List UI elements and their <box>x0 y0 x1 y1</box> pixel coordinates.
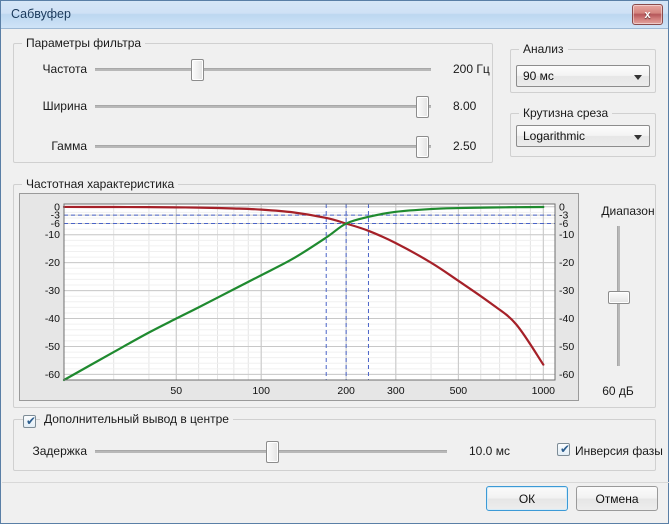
width-slider[interactable] <box>95 96 431 118</box>
range-value: 60 дБ <box>602 384 634 398</box>
analysis-legend: Анализ <box>519 42 568 56</box>
svg-text:1000: 1000 <box>532 385 556 397</box>
frequency-label: Частота <box>42 62 87 76</box>
svg-text:-40: -40 <box>45 313 60 325</box>
filter-parameters-legend: Параметры фильтра <box>22 36 146 50</box>
delay-slider-thumb[interactable] <box>266 441 279 463</box>
frequency-slider-track <box>95 68 431 71</box>
svg-text:200: 200 <box>337 385 355 397</box>
check-icon: ✔ <box>26 414 37 428</box>
range-slider[interactable] <box>608 226 630 366</box>
svg-text:-60: -60 <box>45 369 60 381</box>
cancel-button[interactable]: Отмена <box>576 486 658 511</box>
chevron-down-icon <box>634 75 642 80</box>
ok-button[interactable]: ОК <box>486 486 568 511</box>
svg-text:500: 500 <box>450 385 468 397</box>
analysis-combo-value: 90 мс <box>523 69 554 83</box>
close-icon: x <box>644 8 651 21</box>
check-icon: ✔ <box>560 442 571 456</box>
gamma-slider[interactable] <box>95 136 431 158</box>
range-slider-thumb[interactable] <box>608 291 630 304</box>
analysis-combo[interactable]: 90 мс <box>516 65 650 87</box>
width-label: Ширина <box>42 99 87 113</box>
gamma-label: Гамма <box>51 139 87 153</box>
phase-inversion-checkbox[interactable]: ✔ <box>557 443 570 456</box>
svg-text:-60: -60 <box>559 369 574 381</box>
delay-value: 10.0 мс <box>469 444 510 458</box>
svg-text:-10: -10 <box>559 229 574 241</box>
frequency-response-chart: 0 0 -3 -3 -6 -6 -10 -10 -20 -20 -30 -30 -40 -40 -50 -50… <box>19 193 579 401</box>
close-button[interactable]: x <box>632 4 663 25</box>
slope-legend: Крутизна среза <box>519 106 613 120</box>
slope-combo[interactable]: Logarithmic <box>516 125 650 147</box>
center-output-checkbox[interactable]: ✔ <box>23 415 36 428</box>
title-bar: Сабвуфер x <box>1 1 668 29</box>
window-title: Сабвуфер <box>11 7 71 21</box>
svg-text:-40: -40 <box>559 313 574 325</box>
width-slider-thumb[interactable] <box>415 96 429 118</box>
frequency-response-plot: 0 0-3 -3-6 -6-10 -10-20 -20-30 -30-40 -40-50 -50… <box>45 201 575 397</box>
gamma-slider-thumb[interactable] <box>415 136 429 158</box>
footer-divider <box>2 482 669 483</box>
svg-text:-50: -50 <box>45 341 60 353</box>
svg-text:300: 300 <box>387 385 405 397</box>
svg-text:-50: -50 <box>559 341 574 353</box>
frequency-slider[interactable] <box>95 59 431 81</box>
range-label: Диапазон <box>601 204 655 218</box>
chevron-down-icon <box>634 135 642 140</box>
gamma-slider-track <box>95 145 431 148</box>
svg-text:-20: -20 <box>559 257 574 269</box>
delay-label: Задержка <box>32 444 88 458</box>
subwoofer-dialog: Сабвуфер x Параметры фильтра Частота 200… <box>0 0 669 524</box>
frequency-slider-thumb[interactable] <box>190 59 204 81</box>
svg-text:-30: -30 <box>559 285 574 297</box>
delay-slider[interactable] <box>95 441 447 463</box>
frequency-response-legend: Частотная характеристика <box>22 177 179 191</box>
svg-text:-20: -20 <box>45 257 60 269</box>
center-output-legend: Дополнительный вывод в центре <box>40 412 233 426</box>
svg-text:100: 100 <box>252 385 270 397</box>
svg-text:-10: -10 <box>45 229 60 241</box>
width-value: 8.00 <box>453 99 477 113</box>
width-slider-track <box>95 105 431 108</box>
slope-combo-value: Logarithmic <box>523 129 586 143</box>
phase-inversion-label: Инверсия фазы <box>575 444 663 458</box>
svg-text:-30: -30 <box>45 285 60 297</box>
svg-text:50: 50 <box>170 385 182 397</box>
